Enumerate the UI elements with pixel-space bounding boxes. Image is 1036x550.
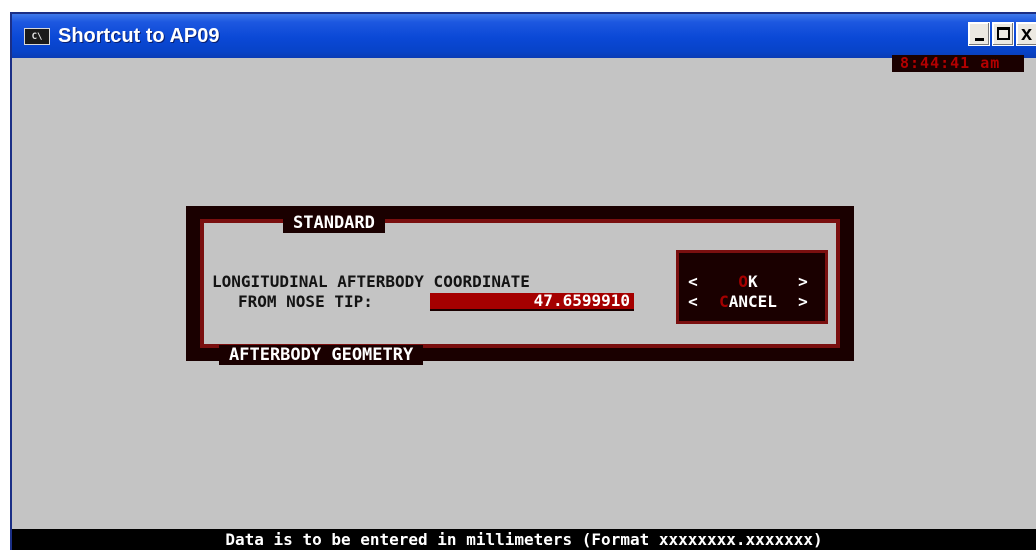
cancel-label: ANCEL — [728, 292, 777, 311]
close-button[interactable]: x — [1016, 22, 1036, 46]
field-label-line1: LONGITUDINAL AFTERBODY COORDINATE — [212, 272, 530, 291]
coordinate-input[interactable] — [430, 293, 634, 311]
ok-hotkey: O — [738, 272, 748, 291]
window-title: Shortcut to AP09 — [58, 25, 220, 47]
clock-readout: 8:44:41 am — [892, 55, 1024, 72]
cancel-button[interactable]: < CANCEL > — [686, 292, 810, 312]
right-chevron-icon: > — [798, 272, 808, 291]
maximize-button[interactable] — [992, 22, 1014, 46]
minimize-button[interactable] — [968, 22, 990, 46]
close-icon: x — [1021, 23, 1033, 45]
left-chevron-icon: < — [688, 272, 698, 291]
ok-label: K — [748, 272, 758, 291]
field-label-line2: FROM NOSE TIP: — [238, 292, 373, 311]
ok-button[interactable]: < OK > — [686, 272, 810, 292]
title-bar[interactable]: C\ Shortcut to AP09 x — [12, 14, 1036, 58]
left-chevron-icon: < — [688, 292, 698, 311]
cancel-hotkey: C — [719, 292, 729, 311]
dialog-title: STANDARD — [283, 213, 385, 233]
minimize-icon — [975, 38, 984, 41]
right-chevron-icon: > — [798, 292, 808, 311]
status-bar: Data is to be entered in millimeters (Fo… — [12, 529, 1036, 550]
dialog-footer: AFTERBODY GEOMETRY — [219, 345, 424, 365]
console-icon[interactable]: C\ — [24, 28, 50, 45]
maximize-icon — [997, 27, 1010, 40]
